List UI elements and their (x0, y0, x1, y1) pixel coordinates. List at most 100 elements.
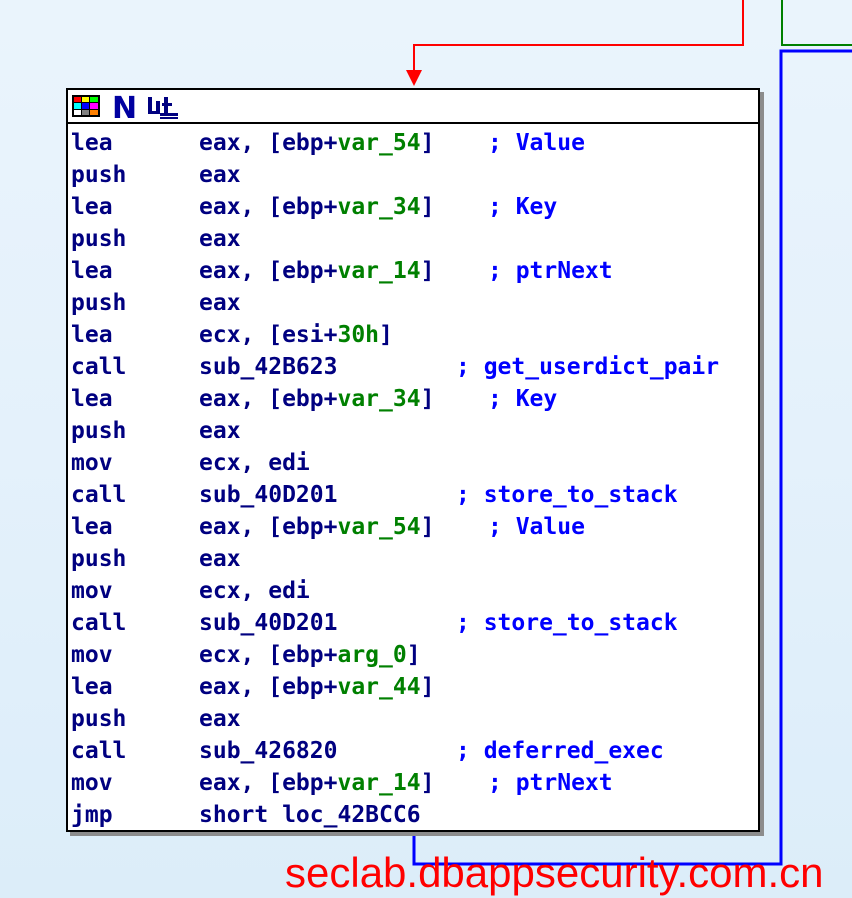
disasm-line[interactable]: push eax (68, 543, 758, 575)
operands[interactable]: sub_426820 (199, 735, 337, 767)
mnemonic[interactable]: jmp (71, 799, 113, 831)
disasm-line[interactable]: lea eax, [ebp+var_54] ; Value (68, 127, 758, 159)
operands[interactable]: eax (199, 703, 241, 735)
mnemonic[interactable]: mov (71, 575, 113, 607)
operand-text: ] (420, 674, 435, 700)
mnemonic[interactable]: push (71, 415, 126, 447)
disasm-line[interactable]: lea eax, [ebp+var_44] (68, 671, 758, 703)
operand-text: eax (199, 226, 241, 252)
stack-variable[interactable]: var_44 (337, 674, 420, 700)
operands[interactable]: eax, [ebp+var_14] (199, 767, 434, 799)
mnemonic[interactable]: mov (71, 639, 113, 671)
disasm-line[interactable]: lea eax, [ebp+var_34] ; Key (68, 383, 758, 415)
stack-variable[interactable]: var_34 (337, 386, 420, 412)
operands[interactable]: eax (199, 159, 241, 191)
operand-text: ] (420, 130, 435, 156)
disasm-line[interactable]: lea eax, [ebp+var_14] ; ptrNext (68, 255, 758, 287)
operands[interactable]: eax (199, 287, 241, 319)
disasm-line[interactable]: call sub_40D201 ; store_to_stack (68, 607, 758, 639)
disasm-line[interactable]: call sub_40D201 ; store_to_stack (68, 479, 758, 511)
operands[interactable]: short loc_42BCC6 (199, 799, 421, 831)
stack-variable[interactable]: var_54 (337, 514, 420, 540)
operand-text: ] (379, 322, 393, 348)
mnemonic[interactable]: mov (71, 767, 113, 799)
mnemonic[interactable]: push (71, 703, 126, 735)
stack-variable[interactable]: arg_0 (337, 642, 406, 668)
operand-text: eax, [ebp+ (199, 130, 338, 156)
disasm-line[interactable]: jmp short loc_42BCC6 (68, 799, 758, 831)
operands[interactable]: eax, [ebp+var_34] (199, 191, 434, 223)
mnemonic[interactable]: lea (71, 319, 113, 351)
mnemonic[interactable]: call (71, 479, 126, 511)
disasm-line[interactable]: push eax (68, 287, 758, 319)
node-titlebar: N (68, 90, 758, 124)
operands[interactable]: eax (199, 415, 241, 447)
operands[interactable]: eax, [ebp+var_14] (199, 255, 434, 287)
mnemonic[interactable]: lea (71, 671, 113, 703)
mnemonic[interactable]: push (71, 223, 126, 255)
stack-variable[interactable]: var_54 (337, 130, 420, 156)
operands[interactable]: ecx, [esi+30h] (199, 319, 393, 351)
disasm-line[interactable]: mov ecx, edi (68, 447, 758, 479)
disasm-line[interactable]: mov eax, [ebp+var_14] ; ptrNext (68, 767, 758, 799)
disasm-line[interactable]: lea ecx, [esi+30h] (68, 319, 758, 351)
graph-colors-icon[interactable] (70, 91, 104, 121)
hex-constant[interactable]: 30h (337, 322, 379, 348)
mnemonic[interactable]: call (71, 735, 126, 767)
operands[interactable]: eax, [ebp+var_44] (199, 671, 434, 703)
disasm-line[interactable]: mov ecx, edi (68, 575, 758, 607)
disasm-line[interactable]: lea eax, [ebp+var_54] ; Value (68, 511, 758, 543)
operands[interactable]: sub_42B623 (199, 351, 337, 383)
disasm-line[interactable]: push eax (68, 703, 758, 735)
graph-view[interactable]: N lea eax, [ebp+var_54]; Value push eax lea e… (0, 0, 852, 898)
operand-text: eax (199, 418, 241, 444)
stack-variable[interactable]: var_14 (337, 258, 420, 284)
mnemonic[interactable]: lea (71, 127, 113, 159)
disasm-line[interactable]: lea eax, [ebp+var_34] ; Key (68, 191, 758, 223)
operands[interactable]: ecx, edi (199, 575, 310, 607)
operand-text: short loc_42BCC6 (199, 802, 421, 828)
mnemonic[interactable]: push (71, 287, 126, 319)
disasm-line[interactable]: push eax (68, 415, 758, 447)
operands[interactable]: eax, [ebp+var_54] (199, 127, 434, 159)
operand-text: ecx, edi (199, 578, 310, 604)
incoming-edge[interactable] (413, 0, 744, 72)
disassembly-listing[interactable]: lea eax, [ebp+var_54]; Value push eax lea eax… (68, 124, 758, 831)
group-nodes-icon[interactable] (146, 91, 180, 121)
operand-text: eax, [ebp+ (199, 674, 338, 700)
operand-text: ecx, [esi+ (199, 322, 338, 348)
disasm-line[interactable]: call sub_42B623 ; get_userdict_pair (68, 351, 758, 383)
operands[interactable]: ecx, [ebp+arg_0] (199, 639, 421, 671)
mnemonic[interactable]: lea (71, 191, 113, 223)
mnemonic[interactable]: mov (71, 447, 113, 479)
operands[interactable]: ecx, edi (199, 447, 310, 479)
node-rename-icon[interactable]: N (108, 91, 142, 121)
mnemonic[interactable]: lea (71, 511, 113, 543)
code-block-node[interactable]: N lea eax, [ebp+var_54]; Value push eax lea e… (66, 88, 760, 832)
operands[interactable]: sub_40D201 (199, 607, 337, 639)
operands[interactable]: eax (199, 223, 241, 255)
operand-text: eax, [ebp+ (199, 514, 338, 540)
mnemonic[interactable]: lea (71, 383, 113, 415)
operands[interactable]: sub_40D201 (199, 479, 337, 511)
disasm-line[interactable]: push eax (68, 223, 758, 255)
operand-text: ] (420, 770, 435, 796)
mnemonic[interactable]: call (71, 607, 126, 639)
svg-text:N: N (112, 91, 137, 121)
comment: ; ptrNext (488, 258, 613, 284)
stack-variable[interactable]: var_14 (337, 770, 420, 796)
comment: ; Value (488, 514, 585, 540)
mnemonic[interactable]: call (71, 351, 126, 383)
operand-text: sub_426820 (199, 738, 338, 764)
green-edge[interactable] (781, 0, 852, 46)
disasm-line[interactable]: call sub_426820 ; deferred_exec (68, 735, 758, 767)
operands[interactable]: eax, [ebp+var_54] (199, 511, 434, 543)
operands[interactable]: eax, [ebp+var_34] (199, 383, 434, 415)
disasm-line[interactable]: mov ecx, [ebp+arg_0] (68, 639, 758, 671)
mnemonic[interactable]: lea (71, 255, 113, 287)
disasm-line[interactable]: push eax (68, 159, 758, 191)
mnemonic[interactable]: push (71, 543, 126, 575)
mnemonic[interactable]: push (71, 159, 126, 191)
stack-variable[interactable]: var_34 (337, 194, 420, 220)
operands[interactable]: eax (199, 543, 241, 575)
